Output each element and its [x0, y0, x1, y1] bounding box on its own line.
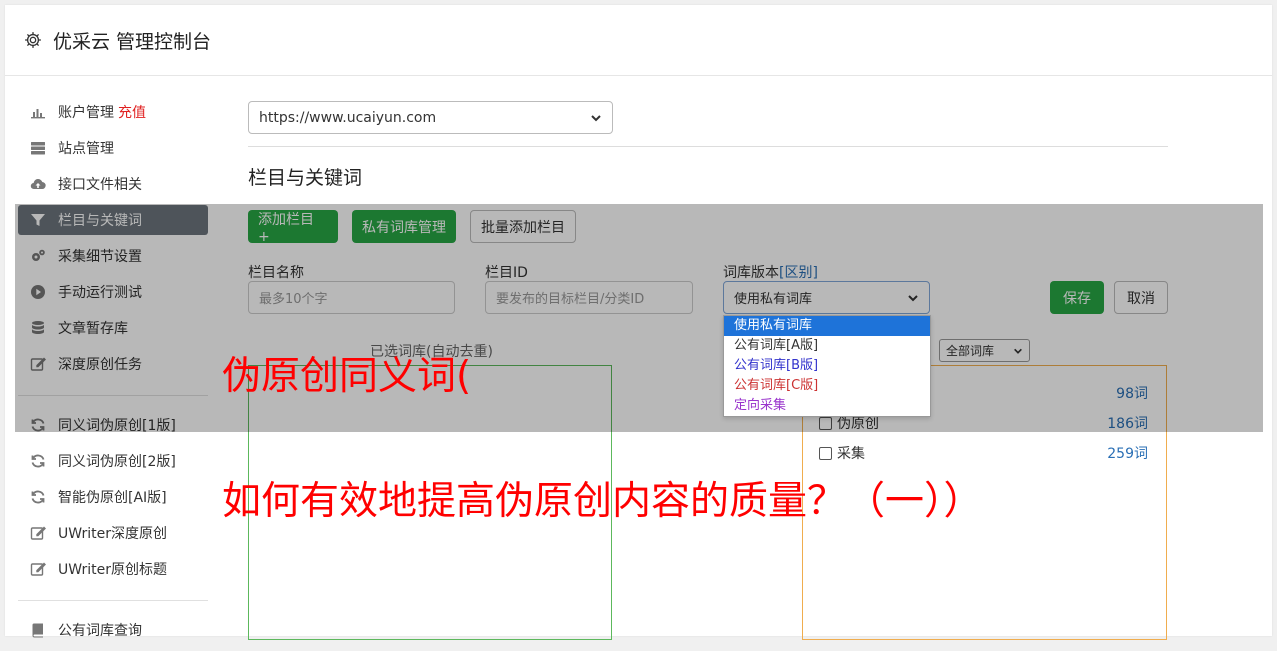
sidebar-item-interface[interactable]: 接口文件相关	[18, 169, 208, 199]
sidebar-item-manual-run[interactable]: 手动运行测试	[18, 277, 208, 307]
sidebar-item-collect-settings[interactable]: 采集细节设置	[18, 241, 208, 271]
refresh-icon	[31, 490, 45, 504]
lib-option[interactable]: 公有词库[A版]	[724, 336, 930, 356]
lib-item-count: 98词	[1116, 386, 1148, 402]
sidebar-item-label: 智能伪原创[AI版]	[58, 490, 167, 506]
sidebar-item-columns[interactable]: 栏目与关键词	[18, 205, 208, 235]
lib-filter-select[interactable]: 全部词库	[939, 339, 1030, 362]
lib-checkbox[interactable]	[819, 416, 832, 430]
lib-filter-value: 全部词库	[946, 344, 995, 358]
recharge-link[interactable]: 充值	[118, 102, 146, 122]
main-content: https://www.ucaiyun.com 栏目与关键词	[248, 101, 1168, 190]
sidebar-item-label: UWriter深度原创	[58, 526, 167, 542]
add-column-button[interactable]: 添加栏目 +	[248, 210, 338, 245]
sidebar-item-synonym-v2[interactable]: 同义词伪原创[2版]	[18, 446, 208, 476]
sidebar-item-label: 同义词伪原创[2版]	[58, 454, 176, 470]
overlay-caption-1: 伪原创同义词(	[222, 354, 472, 399]
lib-item-count: 259词	[1107, 446, 1148, 462]
cloud-upload-icon	[30, 179, 46, 190]
column-id-label: 栏目ID	[485, 265, 528, 281]
lib-option[interactable]: 公有词库[B版]	[724, 356, 930, 376]
section-title: 栏目与关键词	[248, 167, 363, 189]
chevron-down-icon	[1014, 348, 1022, 354]
save-button[interactable]: 保存	[1050, 281, 1104, 314]
lib-diff-link[interactable]: [区别]	[779, 265, 818, 281]
private-lib-button[interactable]: 私有词库管理	[352, 210, 456, 243]
lib-version-label: 词库版本[区别]	[723, 262, 818, 282]
cancel-button[interactable]: 取消	[1114, 281, 1168, 314]
site-select-value: https://www.ucaiyun.com	[259, 109, 437, 126]
edit-icon	[30, 357, 46, 371]
page-title: 优采云 管理控制台	[53, 30, 212, 53]
lib-option[interactable]: 公有词库[C版]	[724, 376, 930, 396]
column-name-label: 栏目名称	[248, 265, 304, 281]
sidebar-item-label: 站点管理	[58, 141, 114, 157]
sidebar-item-sites[interactable]: 站点管理	[18, 133, 208, 163]
gear-icon	[25, 32, 41, 48]
sidebar-item-label: 同义词伪原创[1版]	[58, 418, 176, 434]
lib-version-text: 词库版本	[723, 265, 779, 281]
sidebar-item-label: 采集细节设置	[58, 249, 142, 265]
header: 优采云 管理控制台	[5, 5, 1272, 76]
lib-version-value: 使用私有词库	[734, 292, 813, 307]
edit-icon	[30, 562, 46, 576]
sidebar-item-uwriter-title[interactable]: UWriter原创标题	[18, 554, 208, 584]
sidebar-item-article-store[interactable]: 文章暂存库	[18, 313, 208, 343]
filter-icon	[31, 214, 45, 226]
sidebar-item-account[interactable]: 账户管理 充值	[18, 97, 208, 127]
play-icon	[31, 285, 45, 299]
chevron-down-icon	[591, 114, 601, 121]
column-name-input[interactable]: 最多10个字	[248, 281, 455, 314]
lib-checkbox[interactable]	[819, 446, 832, 460]
sidebar-divider	[18, 600, 208, 601]
sidebar-item-label: 接口文件相关	[58, 177, 142, 193]
refresh-icon	[31, 454, 45, 468]
sidebar-item-label: 账户管理	[58, 105, 114, 121]
bar-chart-icon	[31, 109, 45, 119]
divider	[248, 146, 1168, 147]
refresh-icon	[31, 418, 45, 432]
sidebar-item-label: 栏目与关键词	[58, 213, 142, 229]
sidebar-item-label: 文章暂存库	[58, 321, 128, 337]
sidebar-item-label: 深度原创任务	[58, 357, 142, 373]
sidebar-divider	[18, 395, 208, 396]
lib-item-label: 采集	[837, 446, 865, 462]
sidebar-item-uwriter-original[interactable]: UWriter深度原创	[18, 518, 208, 548]
lib-option[interactable]: 使用私有词库	[724, 316, 930, 336]
edit-icon	[30, 526, 46, 540]
overlay-caption-2: 如何有效地提高伪原创内容的质量？（一））	[222, 479, 983, 524]
column-id-input[interactable]: 要发布的目标栏目/分类ID	[485, 281, 693, 314]
sidebar: 账户管理 充值 站点管理 接口文件相关 栏目与关键词 采集细节设置 手动运行测试…	[18, 97, 208, 651]
chevron-down-icon	[908, 294, 918, 301]
lib-item[interactable]: 采集	[819, 443, 865, 463]
sidebar-item-label: UWriter原创标题	[58, 562, 167, 578]
sidebar-item-label: 手动运行测试	[58, 285, 142, 301]
database-icon	[32, 321, 44, 334]
lib-item-count: 186词	[1107, 416, 1148, 432]
sidebar-item-label: 公有词库查询	[58, 623, 142, 639]
server-icon	[31, 142, 45, 155]
batch-add-button[interactable]: 批量添加栏目	[470, 210, 576, 243]
lib-version-select[interactable]: 使用私有词库	[723, 281, 930, 314]
lib-option[interactable]: 定向采集	[724, 396, 930, 416]
lib-version-dropdown: 使用私有词库 公有词库[A版] 公有词库[B版] 公有词库[C版] 定向采集	[723, 315, 931, 417]
sidebar-item-deep-original[interactable]: 深度原创任务	[18, 349, 208, 379]
sidebar-item-synonym-v1[interactable]: 同义词伪原创[1版]	[18, 410, 208, 440]
gears-icon	[32, 249, 45, 261]
sidebar-item-ai-rewrite[interactable]: 智能伪原创[AI版]	[18, 482, 208, 512]
site-select[interactable]: https://www.ucaiyun.com	[248, 101, 613, 134]
sidebar-item-public-lib-query[interactable]: 公有词库查询	[18, 615, 208, 645]
